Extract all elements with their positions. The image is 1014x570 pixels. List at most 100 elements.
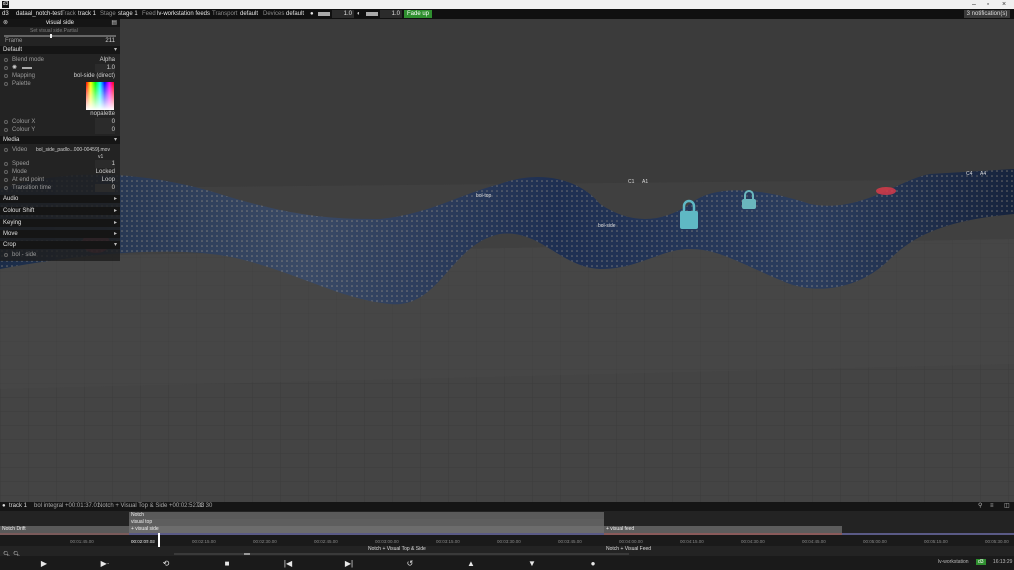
viewport-label-a1: A1 xyxy=(642,179,649,185)
blend-mode-row[interactable]: Blend mode Alpha xyxy=(0,56,120,64)
up-icon[interactable]: ▲ xyxy=(466,559,476,568)
viewport-label-a4: A4 xyxy=(980,171,987,177)
devices-label: Devices xyxy=(263,11,285,17)
at-end-point-row[interactable]: At end point Loop xyxy=(0,176,120,184)
chevron-down-icon: ▾ xyxy=(113,47,117,53)
clip-visual-feed[interactable]: + visual feed xyxy=(604,526,842,533)
close-icon[interactable]: × xyxy=(998,0,1010,9)
viewport-label-bol-top: bol-top xyxy=(476,193,492,199)
keyframe-icon xyxy=(4,128,8,132)
timeline-tick-label: 00:04:45.00 xyxy=(802,539,826,544)
previous-section-icon[interactable]: |◀ xyxy=(283,559,293,568)
track-settings-icon[interactable]: ● xyxy=(2,502,6,511)
palette-value[interactable]: nopalette xyxy=(80,110,120,118)
window-titlebar: d3 – ▫ × xyxy=(0,0,1014,9)
stage-value[interactable]: stage 1 xyxy=(118,10,138,18)
clip-visual-top[interactable]: visual top xyxy=(129,519,604,526)
crop-row[interactable]: bol - side xyxy=(0,251,120,259)
section-crop[interactable]: Crop ▾ xyxy=(0,241,120,249)
viewport-scene xyxy=(0,169,1014,502)
section-keying[interactable]: Keying ▸ xyxy=(0,219,120,227)
clip-visual-side[interactable]: + visual side xyxy=(129,526,604,533)
brightness-row[interactable]: ✺ 1.0 xyxy=(0,64,120,72)
timeline-scrollbar[interactable] xyxy=(174,553,629,555)
speed-label: Speed xyxy=(12,161,30,167)
brightness-slider[interactable] xyxy=(366,12,378,16)
app-name[interactable]: d3 xyxy=(2,10,9,18)
mode-row[interactable]: Mode Locked xyxy=(0,168,120,176)
blend-mode-value[interactable]: Alpha xyxy=(100,56,115,64)
volume-slider[interactable] xyxy=(318,12,330,16)
colour-x-row[interactable]: Colour X 0 xyxy=(0,118,120,126)
colour-y-value[interactable]: 0 xyxy=(95,126,115,134)
at-end-point-value[interactable]: Loop xyxy=(102,176,115,184)
brightness-slider[interactable] xyxy=(22,67,32,69)
feed-label: Feed xyxy=(142,11,156,17)
mapping-row[interactable]: Mapping bol-side (direct) xyxy=(0,72,120,80)
play-to-end-icon[interactable]: ▶· xyxy=(100,559,110,568)
transition-time-value[interactable]: 0 xyxy=(95,184,115,192)
tl-zoom-icon[interactable]: ≡ xyxy=(990,502,994,511)
section-move[interactable]: Move ▸ xyxy=(0,230,120,238)
keyframe-icon xyxy=(4,170,8,174)
track-value[interactable]: track 1 xyxy=(78,10,96,18)
section-colour-shift[interactable]: Colour Shift ▸ xyxy=(0,207,120,215)
crop-value[interactable]: bol - side xyxy=(12,252,36,258)
section-audio[interactable]: Audio ▸ xyxy=(0,195,120,203)
stop-icon[interactable]: ■ xyxy=(222,559,232,568)
machine-name: lv-workstation xyxy=(938,559,969,565)
section-media[interactable]: Media ▾ xyxy=(0,136,120,144)
tl-run-icon[interactable]: ⚲ xyxy=(978,502,982,511)
brightness-value[interactable]: 1.0 xyxy=(95,64,115,72)
stage-label: Stage xyxy=(100,11,116,17)
timeline-track-name[interactable]: track 1 xyxy=(9,502,27,511)
track-label: Track xyxy=(61,11,76,17)
next-section-icon[interactable]: ▶| xyxy=(344,559,354,568)
clip-notch[interactable]: Notch xyxy=(129,512,604,519)
colour-y-row[interactable]: Colour Y 0 xyxy=(0,126,120,134)
viewport-label-c4: C4 xyxy=(966,171,973,177)
playhead[interactable] xyxy=(158,533,160,547)
keyframe-icon xyxy=(4,186,8,190)
return-icon[interactable]: ↺ xyxy=(405,559,415,568)
chevron-right-icon: ▸ xyxy=(113,220,117,226)
palette-label: Palette xyxy=(12,81,31,87)
section-media-label: Media xyxy=(3,137,20,143)
minimize-icon[interactable]: – xyxy=(968,0,980,9)
panel-close-icon[interactable]: ⊗ xyxy=(3,19,8,27)
stage-viewport[interactable]: bol-top bol-side C1 A1 C4 A4 xyxy=(0,19,1014,502)
speed-row[interactable]: Speed 1 xyxy=(0,160,120,168)
mapping-value[interactable]: bol-side (direct) xyxy=(74,72,115,80)
panel-menu-icon[interactable]: ▤ xyxy=(111,19,117,27)
project-name[interactable]: dataal_notch-test xyxy=(16,10,62,18)
transition-time-row[interactable]: Transition time 0 xyxy=(0,184,120,192)
frame-value[interactable]: 211 xyxy=(105,37,115,45)
palette-swatch[interactable] xyxy=(86,82,114,110)
tl-expand-icon[interactable]: ◫ xyxy=(1004,502,1010,511)
clip-notch-drift[interactable]: Notch Drift xyxy=(0,526,129,533)
section-default[interactable]: Default ▾ xyxy=(0,46,120,54)
feed-value[interactable]: lv-workstation feeds xyxy=(157,10,210,18)
clock: 16:13:29 xyxy=(992,559,1013,565)
section-keying-label: Keying xyxy=(3,220,22,226)
record-icon[interactable]: ● xyxy=(588,559,598,568)
brightness-value[interactable]: 1.0 xyxy=(380,10,402,18)
keyframe-icon xyxy=(4,148,8,152)
maximize-icon[interactable]: ▫ xyxy=(982,0,994,9)
frame-row: Frame 211 xyxy=(0,37,120,45)
top-app-bar: d3 dataal_notch-test Track track 1 Stage… xyxy=(0,9,1014,19)
section-crop-label: Crop xyxy=(3,242,17,248)
notifications-button[interactable]: 3 notification(s) xyxy=(964,10,1010,18)
mode-value[interactable]: Locked xyxy=(96,168,115,176)
colour-x-value[interactable]: 0 xyxy=(95,118,115,126)
down-icon[interactable]: ▼ xyxy=(527,559,537,568)
volume-value[interactable]: 1.0 xyxy=(332,10,354,18)
fade-up-button[interactable]: Fade up xyxy=(404,10,432,18)
play-icon[interactable]: ▶ xyxy=(39,559,49,568)
transport-value[interactable]: default xyxy=(240,10,258,18)
loop-icon[interactable]: ⟲ xyxy=(161,559,171,568)
speed-value[interactable]: 1 xyxy=(95,160,115,168)
frame-label: Frame xyxy=(5,38,23,44)
timeline-tick-label: 00:04:00.00 xyxy=(619,539,643,544)
devices-value[interactable]: default xyxy=(286,10,304,18)
